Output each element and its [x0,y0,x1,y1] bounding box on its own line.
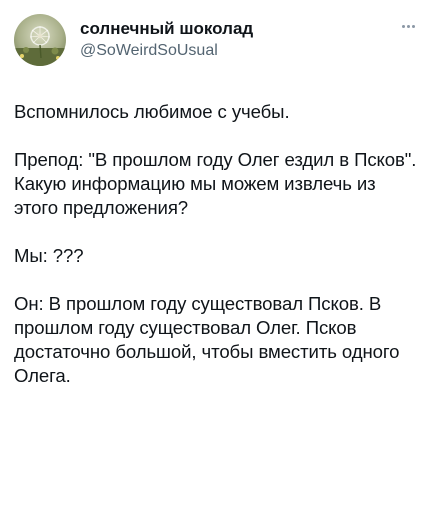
tweet-text: Вспомнилось любимое с учебы. Препод: "В … [14,100,418,388]
author-display-name[interactable]: солнечный шоколад [80,18,253,40]
tweet-header: солнечный шоколад @SoWeirdSoUsual [14,14,418,66]
tweet-paragraph: Он: В прошлом году существовал Псков. В … [14,293,400,386]
tweet-paragraph: Вспомнилось любимое с учебы. [14,101,290,122]
tweet-card: солнечный шоколад @SoWeirdSoUsual Вспомн… [0,0,432,510]
tweet-paragraph: Препод: "В прошлом году Олег ездил в Пск… [14,149,417,218]
avatar[interactable] [14,14,66,66]
author-handle[interactable]: @SoWeirdSoUsual [80,40,253,62]
tweet-paragraph: Мы: ??? [14,245,84,266]
avatar-image [14,14,66,66]
more-dots-icon[interactable] [398,18,418,34]
author-names: солнечный шоколад @SoWeirdSoUsual [80,18,253,62]
